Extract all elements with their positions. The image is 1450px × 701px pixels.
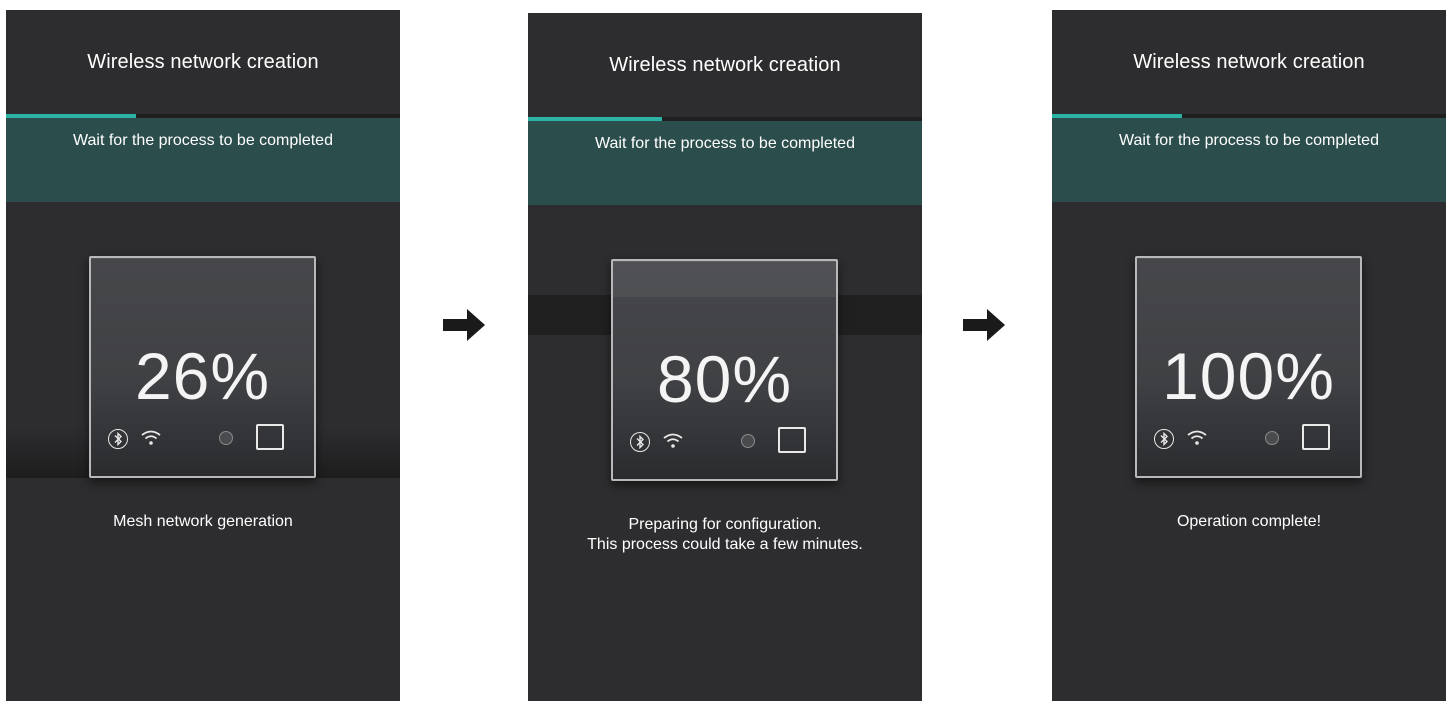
screen-preparing-configuration: Wireless network creation Wait for the p… xyxy=(528,13,922,701)
progress-percent: 80% xyxy=(656,342,793,416)
device-panel: 80% xyxy=(611,259,838,481)
screen-title: Wireless network creation xyxy=(1133,50,1365,73)
progress-fill xyxy=(528,117,662,121)
progress-bar xyxy=(6,114,400,118)
progress-fill xyxy=(1052,114,1183,118)
square-icon xyxy=(1302,424,1330,450)
wifi-icon xyxy=(662,432,684,450)
status-led-icon xyxy=(219,431,233,445)
status-caption: Preparing for configuration. This proces… xyxy=(528,495,922,555)
wifi-icon xyxy=(140,429,162,447)
status-banner: Wait for the process to be completed xyxy=(1052,118,1446,202)
caption-line: Operation complete! xyxy=(1176,513,1322,530)
status-led-icon xyxy=(741,434,755,448)
status-banner: Wait for the process to be completed xyxy=(6,118,400,202)
device-area: 80% xyxy=(528,205,922,495)
progress-bar xyxy=(1052,114,1446,118)
status-led-icon xyxy=(1265,431,1279,445)
progress-percent: 100% xyxy=(1162,339,1335,413)
square-icon xyxy=(778,427,806,453)
banner-text: Wait for the process to be completed xyxy=(1119,132,1379,149)
caption-line: Preparing for configuration. xyxy=(628,516,822,533)
right-arrow-icon xyxy=(443,308,485,342)
status-caption: Mesh network generation xyxy=(6,492,400,532)
bluetooth-icon xyxy=(1154,429,1174,449)
screen-title: Wireless network creation xyxy=(87,50,319,73)
status-banner: Wait for the process to be completed xyxy=(528,121,922,205)
screen-mesh-generation: Wireless network creation Wait for the p… xyxy=(6,10,400,701)
screen-title: Wireless network creation xyxy=(609,53,841,76)
caption-line: Mesh network generation xyxy=(113,513,293,530)
bluetooth-icon xyxy=(108,429,128,449)
caption-line: This process could take a few minutes. xyxy=(587,536,863,553)
progress-bar xyxy=(528,117,922,121)
status-caption: Operation complete! xyxy=(1052,492,1446,532)
progress-fill xyxy=(6,114,137,118)
progress-percent: 26% xyxy=(134,339,271,413)
banner-text: Wait for the process to be completed xyxy=(595,135,855,152)
device-area: 100% xyxy=(1052,202,1446,492)
square-icon xyxy=(256,424,284,450)
device-area: 26% xyxy=(6,202,400,492)
wifi-icon xyxy=(1186,429,1208,447)
right-arrow-icon xyxy=(963,308,1005,342)
screen-operation-complete: Wireless network creation Wait for the p… xyxy=(1052,10,1446,701)
device-panel: 100% xyxy=(1135,256,1362,478)
bluetooth-icon xyxy=(630,432,650,452)
banner-text: Wait for the process to be completed xyxy=(73,132,333,149)
device-panel: 26% xyxy=(89,256,316,478)
